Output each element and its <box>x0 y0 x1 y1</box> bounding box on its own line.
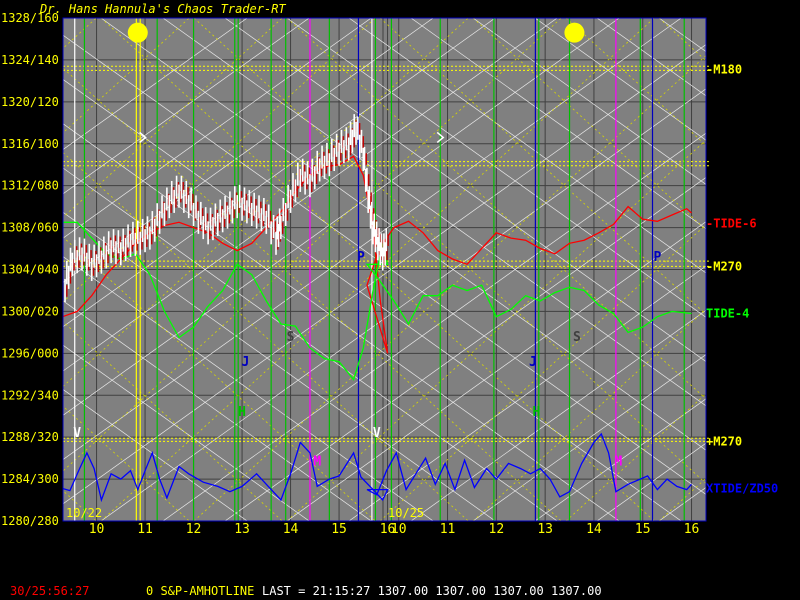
event-marker: H <box>532 405 540 420</box>
series-label: -TIDE-6 <box>706 216 757 230</box>
x-tick-label: 10 <box>391 522 407 537</box>
event-marker: J <box>242 355 250 370</box>
x-tick-label: 15 <box>635 522 651 537</box>
event-marker: M <box>614 454 622 469</box>
x-tick-label: 14 <box>283 522 299 537</box>
x-tick-label: 12 <box>489 522 505 537</box>
status-clock: 30/25:56:27 <box>10 584 90 598</box>
sun-icon <box>127 22 148 43</box>
y-tick-label: 1300/020 <box>1 304 59 318</box>
x-tick-label: 15 <box>331 522 347 537</box>
chart-title: Dr. Hans Hannula's Chaos Trader-RT <box>39 2 286 16</box>
event-marker: M <box>313 454 321 469</box>
lattice-line <box>752 18 800 521</box>
status-last: LAST = 21:15:27 1307.00 1307.00 1307.00 … <box>262 584 602 598</box>
x-tick-label: 11 <box>137 522 153 537</box>
series-label: XTIDE/ZD50 <box>706 482 778 496</box>
event-marker: P <box>653 250 661 265</box>
y-tick-label: 1312/080 <box>1 179 59 193</box>
x-tick-label: 13 <box>537 522 553 537</box>
y-tick-label: 1316/100 <box>1 137 59 151</box>
x-tick-label: 16 <box>684 522 700 537</box>
y-tick-label: 1292/340 <box>1 388 59 402</box>
y-tick-label: 1324/140 <box>1 53 59 67</box>
series-label: -M270 <box>706 259 742 273</box>
date-label: 10/25 <box>388 506 424 520</box>
event-marker: V <box>373 426 381 441</box>
event-marker: S <box>573 330 581 345</box>
sun-icon <box>564 22 585 43</box>
y-tick-label: 1284/300 <box>1 472 59 486</box>
x-tick-label: 11 <box>440 522 456 537</box>
event-marker: H <box>238 405 246 420</box>
status-symbol: 0 S&P-AMHOTLINE <box>146 584 255 598</box>
y-tick-label: 1288/320 <box>1 430 59 444</box>
y-axis-labels: 1280/280 1284/300 1288/320 1292/340 1296/000… <box>1 11 59 528</box>
lattice-line <box>783 18 800 521</box>
lattice-line <box>752 18 800 521</box>
series-label: +M270 <box>706 434 742 448</box>
x-tick-label: 10 <box>89 522 105 537</box>
right-series-labels: -M180 -TIDE-6 -M270 TIDE-4 +M270 XTIDE/ZD50 <box>706 62 778 495</box>
x-tick-label: 12 <box>186 522 202 537</box>
lattice-line <box>783 18 800 521</box>
event-marker: S <box>287 330 295 345</box>
y-tick-label: 1280/280 <box>1 514 59 528</box>
x-tick-label: 13 <box>234 522 250 537</box>
event-marker: P <box>357 250 365 265</box>
y-tick-label: 1320/120 <box>1 95 59 109</box>
series-label: TIDE-4 <box>706 307 749 321</box>
date-label: 10/22 <box>66 506 102 520</box>
event-marker: J <box>529 355 537 370</box>
chaos-trader-chart: S J H M V P S J H M V P 1280/280 1284/300 1288/320 129… <box>1 2 800 537</box>
y-tick-label: 1308/060 <box>1 221 59 235</box>
event-marker: V <box>73 426 81 441</box>
y-tick-label: 1304/040 <box>1 263 59 277</box>
x-tick-label: 14 <box>586 522 602 537</box>
series-label: -M180 <box>706 62 742 76</box>
y-tick-label: 1296/000 <box>1 346 59 360</box>
